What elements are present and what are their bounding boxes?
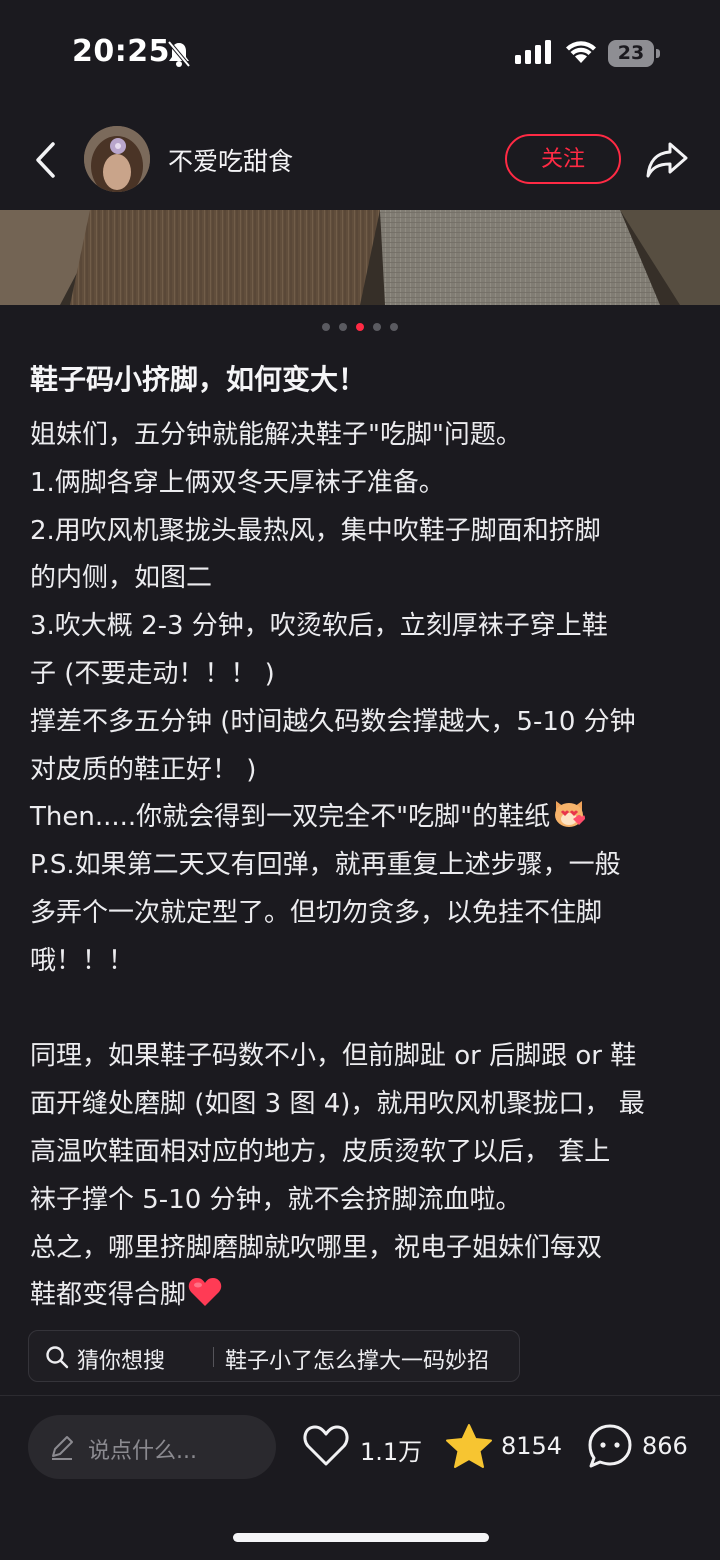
post-line: 2.用吹风机聚拢头最热风，集中吹鞋子脚面和挤脚 <box>30 515 601 546</box>
home-indicator[interactable] <box>233 1533 489 1542</box>
author-name[interactable]: 不爱吃甜食 <box>168 142 293 178</box>
favorite-button[interactable]: 8154 <box>444 1420 564 1472</box>
post-line: 高温吹鞋面相对应的地方，皮质烫软了以后， 套上 <box>30 1136 611 1167</box>
post-line: 袜子撑个 5-10 分钟，就不会挤脚流血啦。 <box>30 1184 522 1215</box>
battery-level: 23 <box>608 40 654 67</box>
post-line-with-emoji: 鞋都变得合脚 <box>30 1272 700 1320</box>
share-icon[interactable] <box>644 138 690 182</box>
post-line: 1.俩脚各穿上俩双冬天厚袜子准备。 <box>30 467 445 498</box>
post-line: 同理，如果鞋子码数不小，但前脚趾 or 后脚跟 or 鞋 <box>30 1041 637 1072</box>
post-line: 姐妹们，五分钟就能解决鞋子"吃脚"问题。 <box>30 420 522 450</box>
post-line: 对皮质的鞋正好！ ) <box>30 754 257 785</box>
post-line: 哦！！！ <box>30 945 135 976</box>
red-heart-emoji <box>188 1278 222 1307</box>
heart-icon <box>303 1425 349 1466</box>
divider <box>213 1347 214 1367</box>
suggestion-label: 猜你想搜 <box>77 1349 166 1374</box>
post-header: 不爱吃甜食 关注 <box>0 104 720 210</box>
like-count: 1.1万 <box>360 1438 423 1466</box>
pencil-icon <box>52 1436 73 1460</box>
post-line: 面开缝处磨脚 (如图 3 图 4)，就用吹风机聚拢口， 最 <box>30 1089 645 1120</box>
post-line: 多弄个一次就定型了。但切勿贪多，以免挂不住脚 <box>30 897 603 928</box>
carousel-dot <box>356 323 364 331</box>
bell-slash-icon <box>167 40 191 68</box>
post-line: P.S.如果第二天又有回弹，就再重复上述步骤，一般 <box>30 850 621 881</box>
post-body: 姐妹们，五分钟就能解决鞋子"吃脚"问题。 1.俩脚各穿上俩双冬天厚袜子准备。 2… <box>30 412 700 1320</box>
comment-icon <box>588 1424 632 1468</box>
comment-count: 866 <box>642 1432 688 1460</box>
search-icon <box>46 1346 69 1369</box>
carousel-dot <box>390 323 398 331</box>
carousel-dot <box>339 323 347 331</box>
back-icon[interactable] <box>28 140 64 180</box>
star-icon <box>446 1424 492 1468</box>
like-button[interactable]: 1.1万 <box>302 1420 422 1472</box>
post-line: 鞋都变得合脚 <box>30 1280 187 1311</box>
post-line: 3.吹大概 2-3 分钟，吹烫软后，立刻厚袜子穿上鞋 <box>30 611 608 642</box>
follow-button[interactable]: 关注 <box>505 134 621 184</box>
fabric-image <box>0 210 720 305</box>
comment-input[interactable]: 说点什么... <box>28 1415 276 1479</box>
comment-placeholder: 说点什么... <box>88 1439 197 1464</box>
post-line: 子 (不要走动！！！ ) <box>30 658 275 689</box>
bottom-action-bar: 说点什么... 1.1万 8154 866 <box>0 1395 720 1560</box>
favorite-count: 8154 <box>501 1432 563 1460</box>
carousel-dot <box>322 323 330 331</box>
post-image[interactable] <box>0 210 720 305</box>
search-suggestion[interactable]: 猜你想搜 鞋子小了怎么撑大一码妙招 <box>28 1330 520 1382</box>
post-line-with-emoji: Then.....你就会得到一双完全不"吃脚"的鞋纸 <box>30 794 700 842</box>
cat-heart-emoji <box>555 801 586 828</box>
carousel-indicator <box>0 323 720 333</box>
post-line: 撑差不多五分钟 (时间越久码数会撑越大，5-10 分钟 <box>30 706 636 737</box>
post-line: 总之，哪里挤脚磨脚就吹哪里，祝电子姐妹们每双 <box>30 1232 603 1263</box>
carousel-dot <box>373 323 381 331</box>
comment-button[interactable]: 866 <box>586 1420 696 1472</box>
battery-icon: 23 <box>608 40 660 67</box>
signal-icon <box>515 40 551 64</box>
post-line: 的内侧，如图二 <box>30 563 213 594</box>
post-title: 鞋子码小挤脚，如何变大！ <box>30 363 367 396</box>
status-time: 20:25 <box>72 34 170 69</box>
suggestion-query[interactable]: 鞋子小了怎么撑大一码妙招 <box>225 1343 489 1375</box>
post-line: Then.....你就会得到一双完全不"吃脚"的鞋纸 <box>30 802 551 833</box>
avatar[interactable] <box>84 126 150 192</box>
wifi-icon <box>566 41 596 63</box>
status-bar: 20:25 23 <box>0 0 720 104</box>
